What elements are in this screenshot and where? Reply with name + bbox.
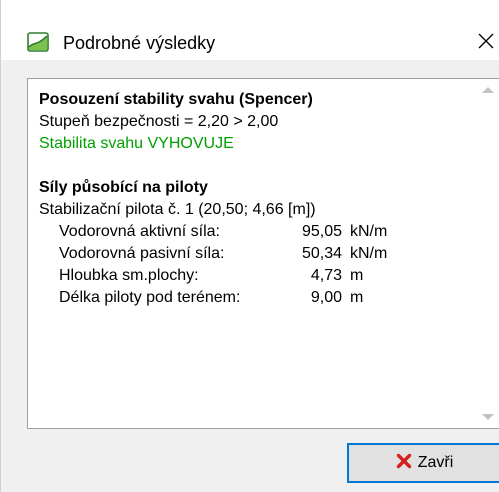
results-panel: Posouzení stability svahu (Spencer) Stup… [27,78,499,429]
result-value: 4,73 [310,267,342,284]
close-button-content: Zavři [396,453,454,474]
scroll-down-arrow-icon[interactable] [475,406,499,428]
result-value: 50,34 [301,245,342,262]
close-button-label: Zavři [417,454,454,471]
title-bar: Podrobné výsledky [1,0,499,60]
stability-verdict: Stabilita svahu VYHOVUJE [39,135,234,152]
result-unit: kN/m [350,245,388,262]
red-x-icon [396,453,412,474]
result-value: 9,00 [310,289,342,306]
scroll-up-arrow-icon[interactable] [475,79,499,101]
result-label: Délka piloty pod terénem: [59,289,241,306]
pile-forces-heading: Síly působící na piloty [39,179,208,196]
result-row-active-force: Vodorovná aktivní síla: 95,05 kN/m [39,221,469,243]
result-row-slip-depth: Hloubka sm.plochy: 4,73 m [39,265,469,287]
result-unit: m [350,267,364,284]
close-icon[interactable] [471,26,499,56]
pile-line: Stabilizační pilota č. 1 (20,50; 4,66 [m… [39,201,316,218]
result-value: 95,05 [301,223,342,240]
app-icon [27,32,49,52]
results-content: Posouzení stability svahu (Spencer) Stup… [39,89,469,309]
result-row-pile-length: Délka piloty pod terénem: 9,00 m [39,287,469,309]
result-label: Hloubka sm.plochy: [59,267,199,284]
vertical-scrollbar[interactable] [475,79,499,428]
window-title: Podrobné výsledky [63,33,216,53]
result-unit: m [350,289,364,306]
result-row-passive-force: Vodorovná pasivní síla: 50,34 kN/m [39,243,469,265]
result-label: Vodorovná pasivní síla: [59,245,225,262]
stability-heading: Posouzení stability svahu (Spencer) [39,91,313,108]
result-unit: kN/m [350,223,388,240]
close-button[interactable]: Zavři [347,443,499,483]
results-dialog: Podrobné výsledky Posouzení stability sv… [0,0,499,492]
result-label: Vodorovná aktivní síla: [59,223,220,240]
safety-factor-line: Stupeň bezpečnosti = 2,20 > 2,00 [39,113,279,130]
